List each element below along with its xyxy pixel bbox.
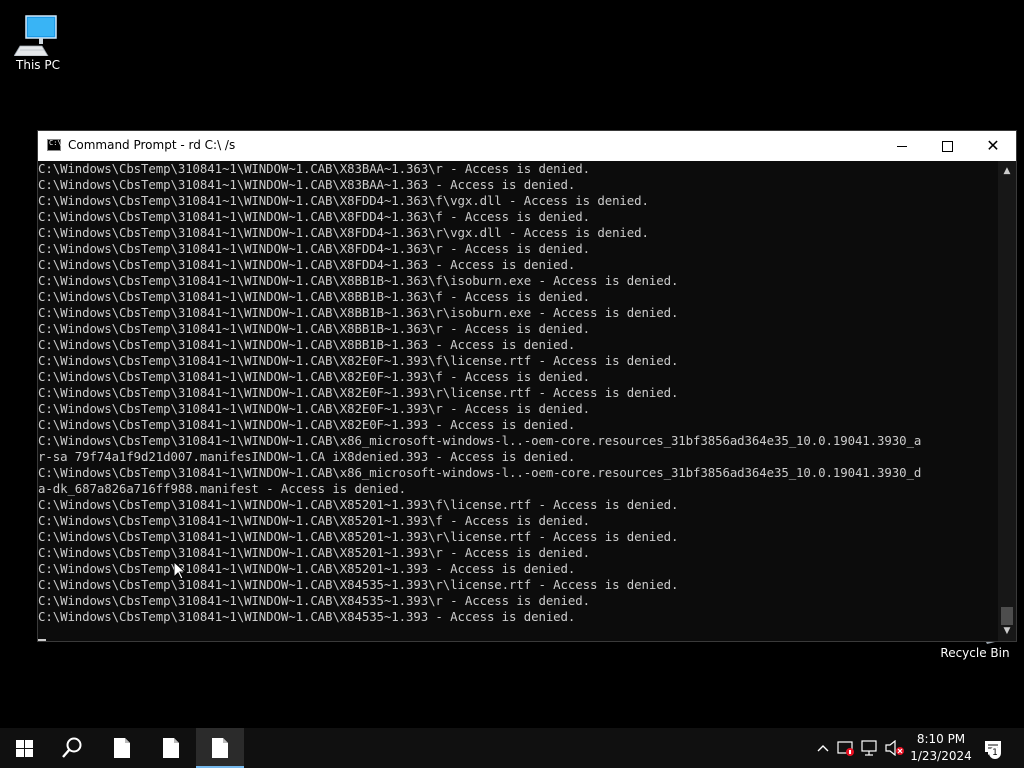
window-title: Command Prompt - rd C:\ /s <box>68 138 236 152</box>
file-icon <box>163 738 179 758</box>
desktop-icon-label: Recycle Bin <box>940 646 1010 660</box>
scroll-up-button[interactable]: ▲ <box>998 163 1016 179</box>
console-line: C:\Windows\CbsTemp\310841~1\WINDOW~1.CAB… <box>38 257 576 272</box>
console-line: C:\Windows\CbsTemp\310841~1\WINDOW~1.CAB… <box>38 337 576 352</box>
network-icon <box>861 740 877 756</box>
close-button[interactable]: ✕ <box>970 131 1016 161</box>
chevron-up-icon: ▲ <box>1003 166 1011 176</box>
command-prompt-icon <box>212 738 228 758</box>
maximize-icon <box>941 140 953 152</box>
console-line: C:\Windows\CbsTemp\310841~1\WINDOW~1.CAB… <box>38 161 590 176</box>
console-line: C:\Windows\CbsTemp\310841~1\WINDOW~1.CAB… <box>38 385 679 400</box>
network-tray-button[interactable] <box>860 728 880 768</box>
show-hidden-icons-button[interactable] <box>814 728 832 768</box>
clock-date: 1/23/2024 <box>910 749 972 763</box>
console-line: C:\Windows\CbsTemp\310841~1\WINDOW~1.CAB… <box>38 321 590 336</box>
taskbar-file-button[interactable] <box>98 728 146 768</box>
console-cursor-line <box>38 625 998 641</box>
security-tray-button[interactable] <box>836 728 856 768</box>
taskbar-file-button[interactable] <box>147 728 195 768</box>
console-line: C:\Windows\CbsTemp\310841~1\WINDOW~1.CAB… <box>38 609 576 624</box>
desktop-icon-this-pc[interactable]: This PC <box>0 8 76 72</box>
minimize-button[interactable] <box>879 131 925 161</box>
console-line: C:\Windows\CbsTemp\310841~1\WINDOW~1.CAB… <box>38 529 679 544</box>
console-line: C:\Windows\CbsTemp\310841~1\WINDOW~1.CAB… <box>38 273 679 288</box>
chevron-up-icon <box>817 745 829 752</box>
clock-time: 8:10 PM <box>916 732 966 746</box>
start-button[interactable] <box>0 728 48 768</box>
console-line: C:\Windows\CbsTemp\310841~1\WINDOW~1.CAB… <box>38 225 649 240</box>
volume-tray-button[interactable] <box>884 728 906 768</box>
console-line: C:\Windows\CbsTemp\310841~1\WINDOW~1.CAB… <box>38 353 679 368</box>
chevron-down-icon: ▼ <box>1003 626 1011 636</box>
computer-icon <box>14 15 57 56</box>
console-line: C:\Windows\CbsTemp\310841~1\WINDOW~1.CAB… <box>38 465 922 480</box>
security-icon <box>837 741 854 756</box>
text-cursor <box>38 639 46 641</box>
console-line: C:\Windows\CbsTemp\310841~1\WINDOW~1.CAB… <box>38 289 590 304</box>
taskbar-command-prompt-button[interactable] <box>196 728 244 768</box>
console-line: C:\Windows\CbsTemp\310841~1\WINDOW~1.CAB… <box>38 241 590 256</box>
close-icon: ✕ <box>986 136 1000 155</box>
minimize-icon <box>897 145 907 147</box>
console-line: C:\Windows\CbsTemp\310841~1\WINDOW~1.CAB… <box>38 209 590 224</box>
console-line: r-sa 79f74a1f9d21d007.manifesINDOW~1.CA … <box>38 449 576 464</box>
scroll-down-button[interactable]: ▼ <box>998 623 1016 639</box>
notification-count-badge: 1 <box>989 747 1001 759</box>
taskbar: 8:10 PM 1/23/2024 <box>0 728 1024 768</box>
title-bar[interactable]: Command Prompt - rd C:\ /s ✕ <box>38 131 1016 161</box>
console-line: C:\Windows\CbsTemp\310841~1\WINDOW~1.CAB… <box>38 513 590 528</box>
console-line: C:\Windows\CbsTemp\310841~1\WINDOW~1.CAB… <box>38 193 649 208</box>
console-line: C:\Windows\CbsTemp\310841~1\WINDOW~1.CAB… <box>38 545 590 560</box>
search-button[interactable] <box>48 728 96 768</box>
volume-muted-icon <box>885 740 904 756</box>
vertical-scrollbar[interactable]: ▲ ▼ <box>998 161 1016 641</box>
console-line: C:\Windows\CbsTemp\310841~1\WINDOW~1.CAB… <box>38 401 590 416</box>
console-line: C:\Windows\CbsTemp\310841~1\WINDOW~1.CAB… <box>38 369 590 384</box>
console-line: C:\Windows\CbsTemp\310841~1\WINDOW~1.CAB… <box>38 433 922 448</box>
taskbar-clock[interactable]: 8:10 PM 1/23/2024 <box>906 728 976 768</box>
windows-start-icon <box>15 739 33 757</box>
search-icon <box>62 737 82 758</box>
file-icon <box>114 738 130 758</box>
console-line: a-dk_687a826a716ff988.manifest - Access … <box>38 481 406 496</box>
console-line: C:\Windows\CbsTemp\310841~1\WINDOW~1.CAB… <box>38 593 590 608</box>
maximize-button[interactable] <box>924 131 970 161</box>
console-line: C:\Windows\CbsTemp\310841~1\WINDOW~1.CAB… <box>38 497 679 512</box>
console-line: C:\Windows\CbsTemp\310841~1\WINDOW~1.CAB… <box>38 305 679 320</box>
desktop-icon-label: This PC <box>16 58 60 72</box>
console-line: C:\Windows\CbsTemp\310841~1\WINDOW~1.CAB… <box>38 417 576 432</box>
command-prompt-icon <box>47 139 62 151</box>
console-line: C:\Windows\CbsTemp\310841~1\WINDOW~1.CAB… <box>38 177 576 192</box>
